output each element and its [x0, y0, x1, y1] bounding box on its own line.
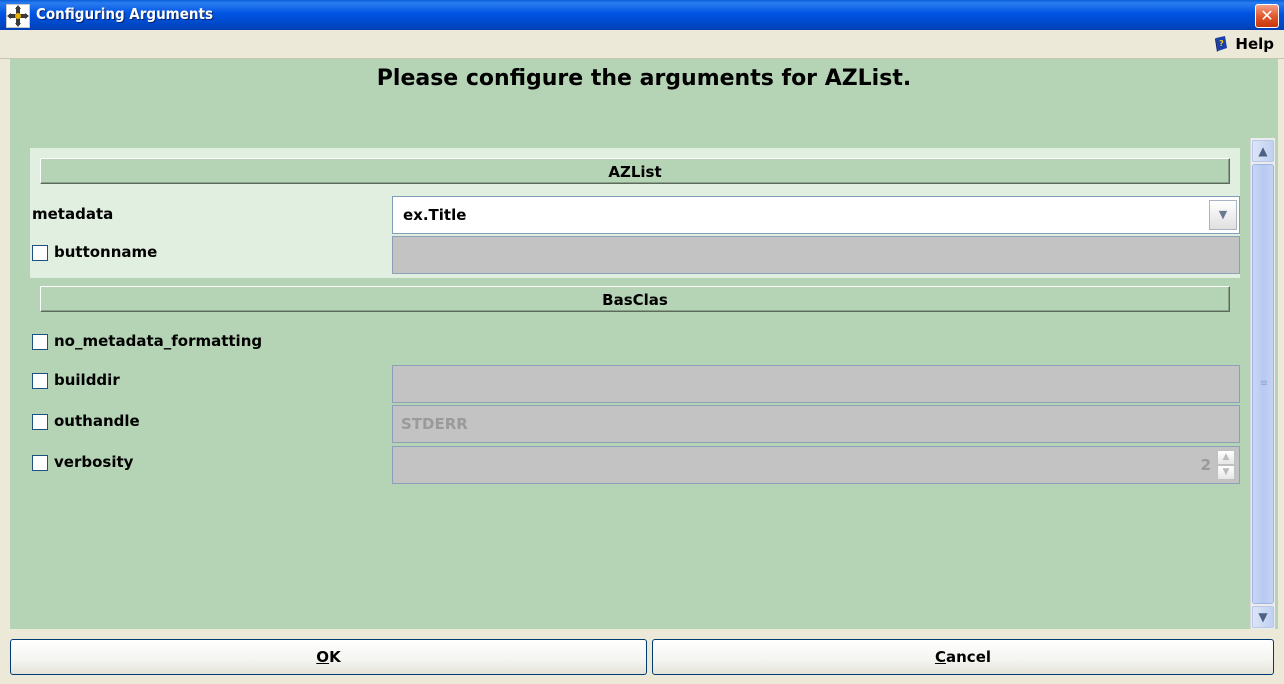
ok-button[interactable]: OK: [10, 639, 647, 675]
builddir-field[interactable]: [392, 365, 1240, 403]
spinner-down-icon[interactable]: ▼: [1217, 465, 1235, 480]
chevron-down-icon[interactable]: ▼: [1209, 200, 1237, 230]
metadata-value: ex.Title: [403, 206, 467, 224]
arg-label-buttonname: buttonname: [54, 243, 158, 261]
outhandle-value: STDERR: [401, 415, 468, 433]
scroll-thumb[interactable]: ≡: [1252, 164, 1274, 604]
arg-label-outhandle: outhandle: [54, 412, 140, 430]
checkbox-verbosity[interactable]: [32, 455, 48, 471]
page-heading: Please configure the arguments for AZLis…: [376, 66, 912, 91]
scroll-up-icon[interactable]: ▲: [1252, 140, 1274, 162]
cancel-button[interactable]: Cancel: [652, 639, 1274, 675]
verbosity-spinner[interactable]: 2 ▲ ▼: [392, 446, 1240, 484]
button-bar: OK Cancel: [0, 629, 1284, 684]
checkbox-outhandle[interactable]: [32, 414, 48, 430]
checkbox-buttonname[interactable]: [32, 245, 48, 261]
verbosity-value: 2: [1200, 456, 1211, 474]
close-icon: ✕: [1260, 6, 1274, 25]
app-icon: [6, 4, 30, 28]
ok-mnemonic: O: [316, 648, 330, 666]
help-book-icon: ?: [1215, 36, 1228, 52]
section-header-azlist[interactable]: AZList: [40, 158, 1230, 184]
checkbox-no-metadata-formatting[interactable]: [32, 334, 48, 350]
arg-label-no-metadata-formatting: no_metadata_formatting: [54, 332, 263, 350]
section-header-basclas[interactable]: BasClas: [40, 286, 1230, 312]
section-header-label: BasClas: [602, 291, 668, 309]
arg-label-metadata: metadata: [32, 205, 114, 223]
scroll-down-icon[interactable]: ▼: [1252, 606, 1274, 628]
ok-label: K: [329, 648, 341, 666]
outhandle-field[interactable]: STDERR: [392, 405, 1240, 443]
spinner-up-icon[interactable]: ▲: [1217, 450, 1235, 465]
vertical-scrollbar[interactable]: ▲ ≡ ▼: [1250, 138, 1275, 630]
menu-bar: ? Help: [0, 30, 1284, 59]
buttonname-field[interactable]: [392, 236, 1240, 274]
grip-icon: ≡: [1259, 378, 1269, 389]
metadata-combobox[interactable]: ex.Title ▼: [392, 196, 1240, 234]
svg-text:?: ?: [1220, 39, 1225, 48]
arg-label-verbosity: verbosity: [54, 453, 134, 471]
checkbox-builddir[interactable]: [32, 373, 48, 389]
spinner-buttons[interactable]: ▲ ▼: [1217, 450, 1235, 480]
section-header-label: AZList: [608, 163, 662, 181]
window-title: Configuring Arguments: [36, 5, 213, 23]
cancel-label: ancel: [946, 648, 992, 666]
arg-label-builddir: builddir: [54, 371, 120, 389]
configuring-arguments-dialog: Configuring Arguments ✕ ? Help Please co…: [0, 0, 1284, 684]
help-label: Help: [1235, 35, 1274, 53]
title-bar[interactable]: Configuring Arguments ✕: [0, 0, 1284, 30]
close-button[interactable]: ✕: [1255, 4, 1279, 28]
help-menu[interactable]: ? Help: [1213, 35, 1274, 53]
cancel-mnemonic: C: [934, 648, 946, 666]
